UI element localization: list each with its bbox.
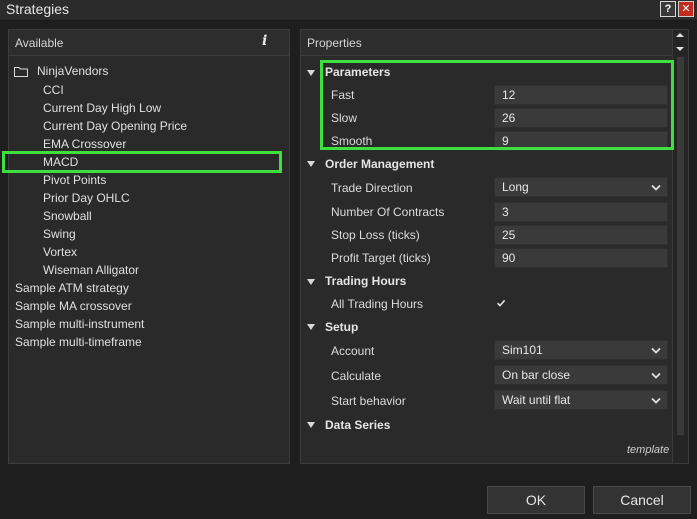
start-behavior-value: Wait until flat xyxy=(502,393,571,407)
start-behavior-select[interactable]: Wait until flat xyxy=(494,390,668,410)
tree-item[interactable]: Pivot Points xyxy=(43,171,106,189)
tree-item[interactable]: Swing xyxy=(43,225,76,243)
calculate-value: On bar close xyxy=(502,368,571,382)
tree-folder-ninjavendors[interactable]: NinjaVendors xyxy=(8,62,290,80)
available-header-label: Available xyxy=(15,36,64,50)
template-link[interactable]: template xyxy=(627,444,669,456)
tree-item[interactable]: Vortex xyxy=(43,243,77,261)
category-setup[interactable]: Setup xyxy=(325,318,358,336)
tree-item[interactable]: Wiseman Alligator xyxy=(43,261,139,279)
collapse-arrow-icon[interactable] xyxy=(306,68,316,78)
properties-header: Properties xyxy=(301,30,673,56)
collapse-arrow-icon[interactable] xyxy=(306,322,316,332)
start-behavior-label: Start behavior xyxy=(331,394,406,408)
parameters-highlight xyxy=(320,60,674,150)
stop-loss-input[interactable]: 25 xyxy=(494,225,668,245)
contracts-input[interactable]: 3 xyxy=(494,202,668,222)
profit-target-label: Profit Target (ticks) xyxy=(331,251,431,265)
chevron-down-icon xyxy=(651,372,661,379)
tree-folder-label: NinjaVendors xyxy=(37,64,109,78)
tree-item[interactable]: Snowball xyxy=(43,207,92,225)
collapse-arrow-icon[interactable] xyxy=(306,277,316,287)
category-data-series[interactable]: Data Series xyxy=(325,416,390,434)
tree-item[interactable]: Prior Day OHLC xyxy=(43,189,130,207)
contracts-label: Number Of Contracts xyxy=(331,205,445,219)
all-trading-hours-label: All Trading Hours xyxy=(331,297,424,311)
calculate-label: Calculate xyxy=(331,369,382,383)
calculate-select[interactable]: On bar close xyxy=(494,365,668,385)
tree-item[interactable]: Sample ATM strategy xyxy=(15,279,129,297)
chevron-down-icon xyxy=(651,347,661,354)
folder-icon xyxy=(14,67,28,77)
trade-direction-value: Long xyxy=(502,180,529,194)
profit-target-input[interactable]: 90 xyxy=(494,248,668,268)
ok-button[interactable]: OK xyxy=(487,486,585,514)
trade-direction-label: Trade Direction xyxy=(331,181,413,195)
scrollbar-thumb[interactable] xyxy=(677,57,684,435)
tree-item[interactable]: Sample multi-timeframe xyxy=(15,333,142,351)
stop-loss-label: Stop Loss (ticks) xyxy=(331,228,420,242)
window-title: Strategies xyxy=(6,1,70,17)
account-select[interactable]: Sim101 xyxy=(494,340,668,360)
collapse-arrow-icon[interactable] xyxy=(306,159,316,169)
scroll-down-icon[interactable] xyxy=(675,44,685,54)
tree-item[interactable]: Sample MA crossover xyxy=(15,297,132,315)
account-value: Sim101 xyxy=(502,343,543,357)
tree-item[interactable]: Current Day High Low xyxy=(43,99,161,117)
category-trading-hours[interactable]: Trading Hours xyxy=(325,272,406,290)
column-divider xyxy=(487,160,488,435)
collapse-arrow-icon[interactable] xyxy=(306,420,316,430)
cancel-button[interactable]: Cancel xyxy=(593,486,691,514)
account-label: Account xyxy=(331,344,375,358)
chevron-down-icon xyxy=(651,397,661,404)
category-order-management[interactable]: Order Management xyxy=(325,155,434,173)
close-button[interactable]: ✕ xyxy=(678,1,694,17)
available-header: Available i xyxy=(9,30,289,56)
tree-item[interactable]: Sample multi-instrument xyxy=(15,315,144,333)
properties-header-label: Properties xyxy=(307,36,362,50)
chevron-down-icon xyxy=(651,184,661,191)
tree-item[interactable]: CCI xyxy=(43,81,64,99)
scroll-up-icon[interactable] xyxy=(675,30,685,40)
tree-item[interactable]: Current Day Opening Price xyxy=(43,117,187,135)
help-button[interactable]: ? xyxy=(660,1,676,17)
trade-direction-select[interactable]: Long xyxy=(494,177,668,197)
checkbox-checked-icon[interactable] xyxy=(496,298,506,308)
selection-highlight xyxy=(2,151,282,173)
info-icon[interactable]: i xyxy=(262,33,267,49)
title-bar: Strategies ? ✕ xyxy=(0,0,697,21)
